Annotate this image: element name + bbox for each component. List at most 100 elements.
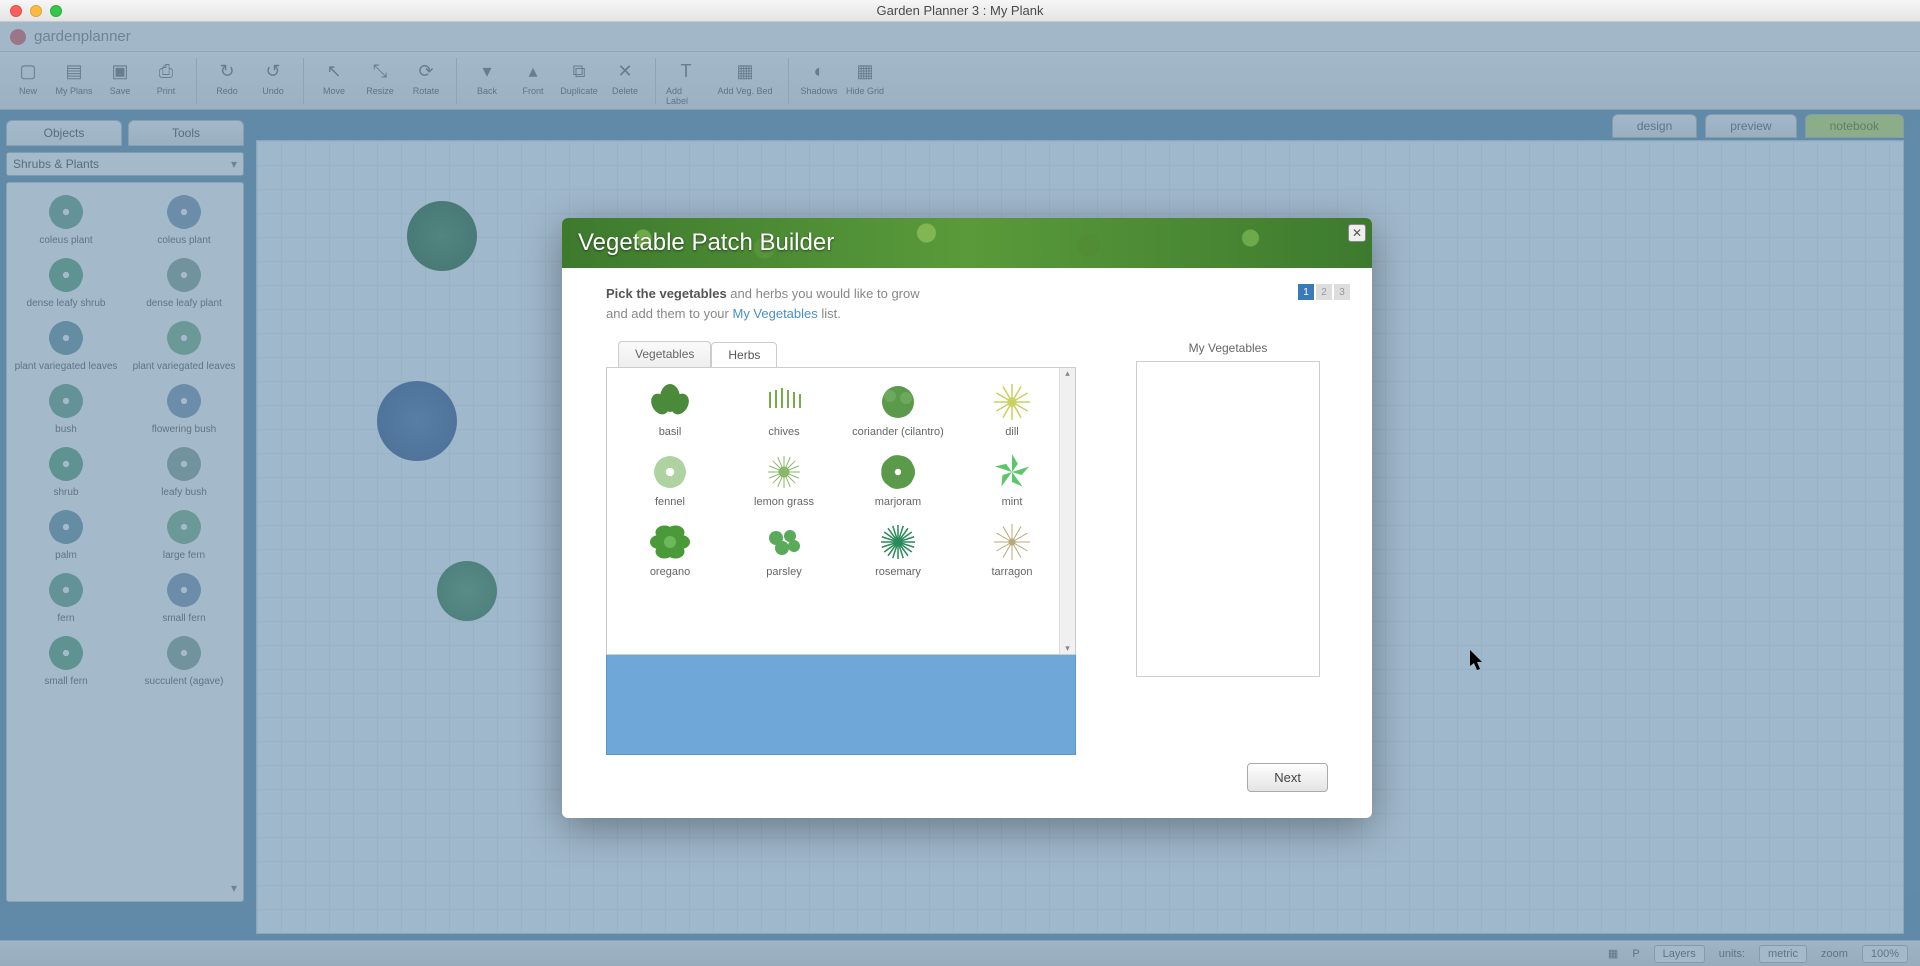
canvas-plant[interactable] (407, 201, 477, 271)
palette-scroll-down-icon[interactable]: ▾ (231, 881, 237, 895)
toolbar-new[interactable]: ▢New (6, 56, 50, 98)
herb-item-marjoram[interactable]: marjoram (841, 448, 955, 508)
toolbar-front[interactable]: ▴Front (511, 56, 555, 98)
herb-item-tarragon[interactable]: tarragon (955, 518, 1069, 578)
plant-icon (38, 252, 94, 298)
palette-item[interactable]: large fern (127, 504, 241, 561)
toolbar-back[interactable]: ▾Back (465, 56, 509, 98)
herb-item-basil[interactable]: basil (613, 378, 727, 438)
plant-icon (156, 189, 212, 235)
panel-tab-tools[interactable]: Tools (128, 120, 244, 146)
toolbar-shadows[interactable]: ◐Shadows (797, 56, 841, 98)
toolbar-duplicate[interactable]: ⧉Duplicate (557, 56, 601, 98)
selection-strip[interactable] (606, 655, 1076, 755)
herb-icon (870, 518, 926, 566)
picker-tab-herbs[interactable]: Herbs (711, 342, 777, 368)
herb-label: lemon grass (754, 496, 814, 508)
canvas-plant[interactable] (377, 381, 457, 461)
herb-item-coriander-cilantro-[interactable]: coriander (cilantro) (841, 378, 955, 438)
palette-item[interactable]: dense leafy plant (127, 252, 241, 309)
toolbar-myplans[interactable]: ▤My Plans (52, 56, 96, 98)
palette-item[interactable]: coleus plant (9, 189, 123, 246)
next-button[interactable]: Next (1247, 763, 1328, 792)
layers-button[interactable]: Layers (1654, 945, 1705, 963)
herb-label: chives (768, 426, 799, 438)
shadow-icon: ◐ (806, 58, 832, 84)
canvas-plant[interactable] (437, 561, 497, 621)
palette-item-label: palm (55, 550, 77, 561)
palette-item-label: plant variegated leaves (15, 361, 118, 372)
grid-toggle-icon[interactable]: ▦ (1608, 947, 1618, 960)
dialog-instruction: Pick the vegetables and herbs you would … (606, 284, 1328, 323)
zoom-select[interactable]: 100% (1862, 945, 1908, 963)
plant-icon (156, 441, 212, 487)
palette-item[interactable]: dense leafy shrub (9, 252, 123, 309)
step-1[interactable]: 1 (1298, 284, 1314, 300)
toolbar-print[interactable]: ⎙Print (144, 56, 188, 98)
category-select[interactable]: Shrubs & Plants (6, 152, 244, 176)
toolbar-delete[interactable]: ✕Delete (603, 56, 647, 98)
herb-item-chives[interactable]: chives (727, 378, 841, 438)
palette-item-label: plant variegated leaves (133, 361, 236, 372)
folder-icon: ▤ (61, 58, 87, 84)
toolbar-undo[interactable]: ↺Undo (251, 56, 295, 98)
dialog-close-button[interactable]: ✕ (1348, 224, 1366, 242)
my-vegetables-link[interactable]: My Vegetables (732, 306, 817, 321)
herb-label: basil (659, 426, 682, 438)
units-select[interactable]: metric (1759, 945, 1807, 963)
delete-icon: ✕ (612, 58, 638, 84)
view-tab-preview[interactable]: preview (1705, 114, 1796, 138)
palette-item[interactable]: shrub (9, 441, 123, 498)
toolbar-hide-grid[interactable]: ▦Hide Grid (843, 56, 887, 98)
palette-item[interactable]: flowering bush (127, 378, 241, 435)
left-panel: Objects Tools Shrubs & Plants coleus pla… (0, 110, 250, 940)
palette-item[interactable]: succulent (agave) (127, 630, 241, 687)
plant-icon (38, 378, 94, 424)
palette-item-label: coleus plant (39, 235, 92, 246)
herb-item-lemon-grass[interactable]: lemon grass (727, 448, 841, 508)
toolbar-redo[interactable]: ↻Redo (205, 56, 249, 98)
herb-item-parsley[interactable]: parsley (727, 518, 841, 578)
panel-tab-objects[interactable]: Objects (6, 120, 122, 146)
toolbar-add-veg-bed[interactable]: ▦Add Veg. Bed (710, 56, 780, 98)
toolbar-add-label[interactable]: TAdd Label (664, 56, 708, 108)
palette-item[interactable]: palm (9, 504, 123, 561)
palette-item[interactable]: small fern (9, 630, 123, 687)
herb-item-dill[interactable]: dill (955, 378, 1069, 438)
palette-item[interactable]: bush (9, 378, 123, 435)
herb-icon (984, 518, 1040, 566)
palette-item[interactable]: small fern (127, 567, 241, 624)
picker-tab-vegetables[interactable]: Vegetables (618, 341, 711, 367)
view-tab-notebook[interactable]: notebook (1805, 114, 1904, 138)
toolbar-resize[interactable]: ⤡Resize (358, 56, 402, 98)
step-3[interactable]: 3 (1334, 284, 1350, 300)
palette-item[interactable]: plant variegated leaves (9, 315, 123, 372)
view-tab-design[interactable]: design (1612, 114, 1697, 138)
redo-icon: ↻ (214, 58, 240, 84)
toolbar-save[interactable]: ▣Save (98, 56, 142, 98)
toolbar-move[interactable]: ↖Move (312, 56, 356, 98)
properties-icon[interactable]: P (1632, 948, 1639, 960)
move-icon: ↖ (321, 58, 347, 84)
my-vegetables-label: My Vegetables (1136, 341, 1320, 355)
herb-item-rosemary[interactable]: rosemary (841, 518, 955, 578)
step-2[interactable]: 2 (1316, 284, 1332, 300)
window-titlebar: Garden Planner 3 : My Plank (0, 0, 1920, 22)
palette-item[interactable]: leafy bush (127, 441, 241, 498)
herb-item-oregano[interactable]: oregano (613, 518, 727, 578)
herb-icon (984, 448, 1040, 496)
herb-item-fennel[interactable]: fennel (613, 448, 727, 508)
duplicate-icon: ⧉ (566, 58, 592, 84)
my-vegetables-list[interactable] (1136, 361, 1320, 677)
herb-label: mint (1002, 496, 1023, 508)
print-icon: ⎙ (153, 58, 179, 84)
toolbar-rotate[interactable]: ⟳Rotate (404, 56, 448, 98)
palette-item[interactable]: fern (9, 567, 123, 624)
plant-icon (156, 315, 212, 361)
palette-item-label: dense leafy plant (146, 298, 222, 309)
plant-icon (38, 189, 94, 235)
palette-item[interactable]: coleus plant (127, 189, 241, 246)
herb-item-mint[interactable]: mint (955, 448, 1069, 508)
palette-item[interactable]: plant variegated leaves (127, 315, 241, 372)
picker-scrollbar[interactable] (1059, 368, 1075, 654)
